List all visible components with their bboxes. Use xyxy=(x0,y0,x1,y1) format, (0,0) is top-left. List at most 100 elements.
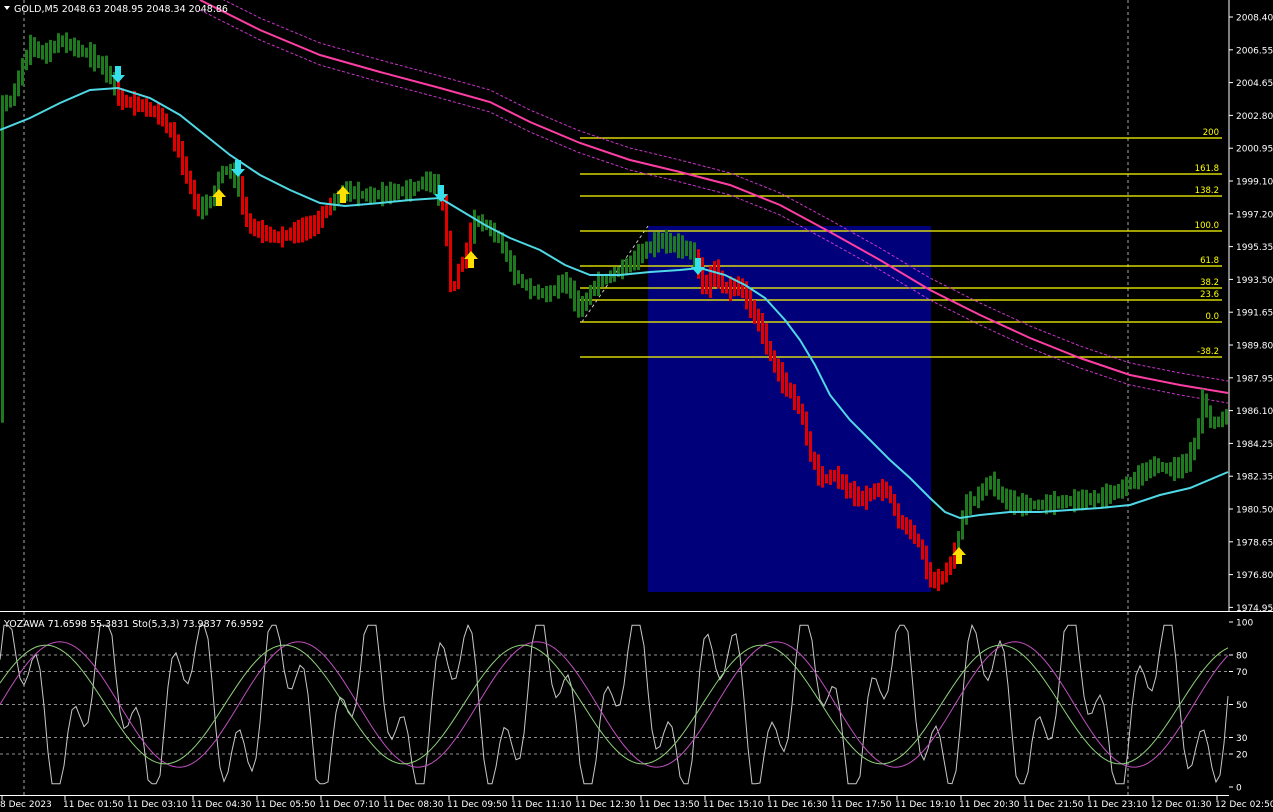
trading-chart[interactable]: 200161.8138.2100.061.838.223.60.0-38.2 G… xyxy=(0,0,1273,812)
sub-panel-scale[interactable]: 100 80 70 50 30 20 0 xyxy=(1229,619,1253,794)
price-bar xyxy=(17,70,20,97)
price-bar xyxy=(777,358,780,382)
price-bar xyxy=(1157,458,1160,474)
fib-level-label: 38.2 xyxy=(1200,278,1219,288)
price-bar xyxy=(205,194,208,216)
price-bar xyxy=(1221,411,1224,428)
price-bar xyxy=(409,179,412,202)
oscillator-scale-label: 80 xyxy=(1236,652,1248,662)
price-bar xyxy=(1057,496,1060,509)
price-bar xyxy=(161,107,164,127)
price-bar xyxy=(1197,418,1200,450)
price-bar xyxy=(49,39,52,63)
price-bar xyxy=(925,545,928,580)
price-bar xyxy=(629,255,632,273)
time-label: 11 Dec 12:30 xyxy=(575,800,636,810)
price-bar xyxy=(1069,496,1072,507)
price-bar xyxy=(1005,488,1008,510)
price-bar xyxy=(985,477,988,496)
price-bar xyxy=(349,180,352,202)
price-bar xyxy=(1189,442,1192,472)
price-bar xyxy=(61,35,64,48)
price-bar xyxy=(1049,494,1052,513)
price-bar xyxy=(269,226,272,243)
time-label: 11 Dec 23:10 xyxy=(1087,800,1148,810)
price-bar xyxy=(989,475,992,490)
oscillator-scale-label: 50 xyxy=(1236,701,1248,711)
price-bar xyxy=(949,556,952,575)
price-bar xyxy=(809,431,812,462)
price-bar xyxy=(85,47,88,58)
price-bar xyxy=(73,37,76,57)
price-bar xyxy=(253,218,256,237)
price-bar xyxy=(453,281,456,292)
price-bar xyxy=(33,37,36,57)
price-bar xyxy=(201,196,204,220)
symbol-info[interactable]: GOLD,M5 2048.63 2048.95 2048.34 2048.86 xyxy=(4,4,228,15)
price-bar xyxy=(577,290,580,318)
price-bar xyxy=(281,226,284,248)
price-bar xyxy=(145,98,148,117)
fib-level-label: 200 xyxy=(1203,128,1219,138)
price-label: 1978.65 xyxy=(1236,538,1273,548)
price-bar xyxy=(1077,491,1080,510)
price-bar xyxy=(1185,453,1188,473)
price-bar xyxy=(365,188,368,202)
price-bar xyxy=(1009,489,1012,513)
price-bar xyxy=(69,38,72,51)
price-label: 1995.35 xyxy=(1236,243,1273,253)
price-bar xyxy=(1161,462,1164,472)
price-bar xyxy=(769,341,772,362)
price-bar xyxy=(785,372,788,397)
price-bar xyxy=(821,466,824,488)
price-bar xyxy=(1029,497,1032,512)
price-bar xyxy=(461,256,464,272)
price-bar xyxy=(529,278,532,300)
price-scale[interactable]: 2008.40 2006.55 2004.65 2002.80 2000.95 1999.… xyxy=(1229,14,1273,614)
price-bar xyxy=(129,96,132,108)
price-bar xyxy=(645,241,648,259)
price-bar xyxy=(1081,489,1084,511)
price-bar xyxy=(373,187,376,203)
price-bar xyxy=(649,241,652,254)
price-bar xyxy=(513,255,516,286)
price-bar xyxy=(265,225,268,242)
price-bar xyxy=(1133,471,1136,489)
price-label: 1991.65 xyxy=(1236,309,1273,319)
sub-panel[interactable]: YOZAWA 71.6598 55.3831 Sto(5,3,3) 73.983… xyxy=(0,619,1253,794)
price-bar xyxy=(77,40,80,58)
price-label: 1984.25 xyxy=(1236,440,1273,450)
price-bar xyxy=(653,232,656,258)
price-bar xyxy=(1225,409,1228,425)
price-bar xyxy=(965,494,968,525)
price-bar xyxy=(749,289,752,319)
time-label: 11 Dec 08:30 xyxy=(383,800,444,810)
price-bar xyxy=(889,485,892,504)
price-bar xyxy=(997,478,1000,500)
price-bar xyxy=(185,156,188,184)
price-bar xyxy=(1217,416,1220,428)
price-bar xyxy=(1033,500,1036,510)
price-bar xyxy=(97,55,100,69)
price-bar xyxy=(725,281,728,294)
time-label: 8 Dec 2023 xyxy=(0,800,52,810)
price-bar xyxy=(561,274,564,293)
price-bar xyxy=(765,323,768,355)
price-bar xyxy=(125,94,128,108)
time-scale[interactable]: 8 Dec 2023 11 Dec 01:50 11 Dec 03:10 11 Dec… xyxy=(0,796,1273,810)
price-bar xyxy=(1181,454,1184,479)
price-bar xyxy=(781,362,784,394)
price-label: 1986.10 xyxy=(1236,407,1273,417)
time-label: 11 Dec 05:50 xyxy=(255,800,316,810)
sub-panel-levels xyxy=(0,654,1229,755)
price-bar xyxy=(897,503,900,529)
price-bar xyxy=(581,296,584,317)
price-bar xyxy=(681,235,684,259)
price-bar xyxy=(21,58,24,86)
price-bar xyxy=(105,55,108,83)
price-bar xyxy=(121,88,124,110)
price-bar xyxy=(1213,416,1216,429)
highlight-rectangle[interactable] xyxy=(648,226,931,592)
fib-level-label: -38.2 xyxy=(1197,347,1219,357)
price-bar xyxy=(757,308,760,332)
